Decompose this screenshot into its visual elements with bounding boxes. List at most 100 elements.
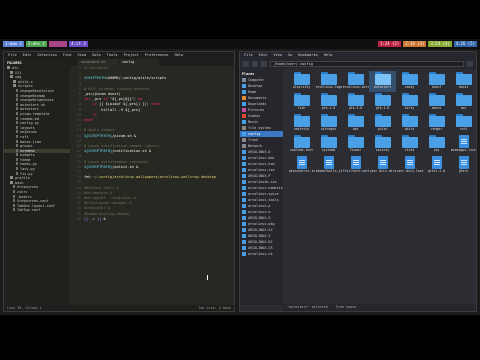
- tree-node-label: bash: [15, 180, 24, 185]
- file-item[interactable]: autostart: [369, 71, 396, 92]
- menu-item-view[interactable]: View: [77, 52, 86, 59]
- folder-icon: [401, 72, 418, 85]
- file-item-label: gtk-4.0: [375, 106, 390, 110]
- file-item[interactable]: gtk-2.0: [315, 92, 342, 113]
- file-icon: [16, 139, 18, 143]
- workspace-3[interactable]: 3:ed 3: [48, 41, 68, 47]
- back-icon[interactable]: [243, 61, 249, 67]
- file-item[interactable]: fish: [288, 92, 315, 113]
- file-item[interactable]: variety: [369, 134, 396, 155]
- document-icon: [431, 156, 442, 169]
- code-area[interactable]: 1 #!/bin/bash 2 3 SCRIPTPATH=$HOME/.config/q…: [70, 66, 234, 305]
- file-icon: [16, 102, 18, 106]
- fm-menu-item-help[interactable]: Help: [324, 52, 333, 59]
- file-item[interactable]: kdedefaults.json: [315, 155, 342, 176]
- file-item[interactable]: qtile: [396, 113, 423, 134]
- place-item[interactable]: arcolinux-ck: [240, 251, 283, 257]
- file-icon: [16, 167, 18, 171]
- menu-item-file[interactable]: File: [8, 52, 17, 59]
- file-item[interactable]: conky: [396, 71, 423, 92]
- fm-menu-item-bookmarks[interactable]: Bookmarks: [298, 52, 317, 59]
- file-item[interactable]: pulse: [369, 113, 396, 134]
- file-item[interactable]: pavucontrol.ini: [288, 155, 315, 176]
- file-item[interactable]: gtk-4.0: [369, 92, 396, 113]
- place-folder-icon: [242, 108, 246, 112]
- file-item[interactable]: mimeapps.list: [450, 134, 476, 155]
- place-folder-icon: [242, 204, 246, 208]
- place-folder-icon: [242, 156, 246, 160]
- menu-item-edit[interactable]: Edit: [23, 52, 32, 59]
- desktop-screen: 1:www 2 2:dev 3 3:ed 3 4:st 3 1:24 (2) 2…: [0, 39, 480, 315]
- file-item[interactable]: mpv: [450, 92, 476, 113]
- code-token: # kill already running process: [84, 86, 149, 91]
- fm-menu-item-go[interactable]: Go: [288, 52, 292, 59]
- workspace-1[interactable]: 1:www 2: [3, 41, 24, 47]
- menu-item-goto[interactable]: Goto: [92, 52, 101, 59]
- file-item[interactable]: systemd: [315, 134, 342, 155]
- tree-node-label: profile: [15, 176, 30, 181]
- file-item[interactable]: obs: [342, 113, 369, 134]
- forward-icon[interactable]: [252, 61, 258, 67]
- folder-icon: [7, 66, 10, 69]
- selection-status: "autostart" selected: [287, 305, 328, 309]
- file-item[interactable]: arcolinux-welcome-app: [342, 71, 369, 92]
- search-icon[interactable]: [467, 61, 473, 67]
- code-line: 30[[ -x ]] &: [72, 217, 234, 222]
- folder-icon: [428, 114, 445, 127]
- place-folder-icon: [242, 246, 246, 250]
- tray-widget-3[interactable]: 3:24 (4): [428, 41, 452, 47]
- tree-node[interactable]: TabTwo.conf: [4, 208, 70, 213]
- menu-item-find[interactable]: Find: [63, 52, 72, 59]
- file-item[interactable]: nitrogen: [315, 113, 342, 134]
- file-item[interactable]: alacritty: [288, 71, 315, 92]
- file-item[interactable]: Thunar: [342, 134, 369, 155]
- menu-item-project[interactable]: Project: [124, 52, 139, 59]
- location-bar[interactable]: /home/user/.config: [270, 61, 464, 67]
- folder-icon: [428, 72, 445, 85]
- file-item[interactable]: gtkrc-2.0: [423, 155, 450, 176]
- syntax-info[interactable]: Tab Size: 4 Bash: [198, 305, 231, 311]
- file-item[interactable]: neofetch: [288, 113, 315, 134]
- file-item[interactable]: rofi: [450, 113, 476, 134]
- menu-item-help[interactable]: Help: [175, 52, 184, 59]
- fm-menu-item-view[interactable]: View: [273, 52, 282, 59]
- workspace-2[interactable]: 2:dev 3: [25, 41, 47, 47]
- file-item-label: pulse: [377, 127, 388, 131]
- file-item[interactable]: kitty: [396, 92, 423, 113]
- file-item[interactable]: gtkrc: [450, 155, 476, 176]
- file-item[interactable]: xfce4: [396, 134, 423, 155]
- file-icon: [13, 194, 15, 198]
- file-item[interactable]: user-dirs.locale: [396, 155, 423, 176]
- fm-menu-item-file[interactable]: File: [244, 52, 253, 59]
- file-item[interactable]: gtk-3.0: [342, 92, 369, 113]
- tab-config[interactable]: config: [119, 59, 159, 66]
- tray-widget-1[interactable]: 1:24 (2): [377, 41, 402, 47]
- file-item[interactable]: user-dirs.dirs: [369, 155, 396, 176]
- file-item[interactable]: dconf: [423, 71, 450, 92]
- tree-node-label: autostart.sh: [20, 102, 46, 107]
- folder-icon: [293, 72, 310, 85]
- file-item[interactable]: ranger: [423, 113, 450, 134]
- tray-widget-4[interactable]: 4:26 (5): [453, 41, 477, 47]
- file-item[interactable]: yay: [423, 134, 450, 155]
- file-item[interactable]: dunst: [450, 71, 476, 92]
- tree-node-label: picom-template: [20, 111, 50, 116]
- menu-item-selection[interactable]: Selection: [37, 52, 56, 59]
- menu-item-preferences[interactable]: Preferences: [145, 52, 169, 59]
- code-text: ${SCRIPTPATH}/notification.sh &: [84, 149, 151, 154]
- fm-menu-item-edit[interactable]: Edit: [259, 52, 268, 59]
- folder-icon: [13, 79, 16, 83]
- file-item[interactable]: sublime-text: [288, 134, 315, 155]
- tray-widget-2[interactable]: 2:14 (3): [403, 41, 427, 47]
- file-item[interactable]: Trolltech.conf: [342, 155, 369, 176]
- file-icon: [16, 153, 18, 157]
- code-token: ~/.config/archlinux-wallpapers/archlinux…: [92, 175, 216, 180]
- fm-toolbar: /home/user/.config: [240, 59, 476, 69]
- tab-autostart[interactable]: autostart.sh: [78, 59, 118, 66]
- file-item[interactable]: menus: [423, 92, 450, 113]
- document-icon: [404, 156, 415, 169]
- file-item[interactable]: archlinux-logout: [315, 71, 342, 92]
- up-icon[interactable]: [261, 61, 267, 67]
- menu-item-tools[interactable]: Tools: [107, 52, 118, 59]
- workspace-4[interactable]: 4:st 3: [69, 41, 88, 47]
